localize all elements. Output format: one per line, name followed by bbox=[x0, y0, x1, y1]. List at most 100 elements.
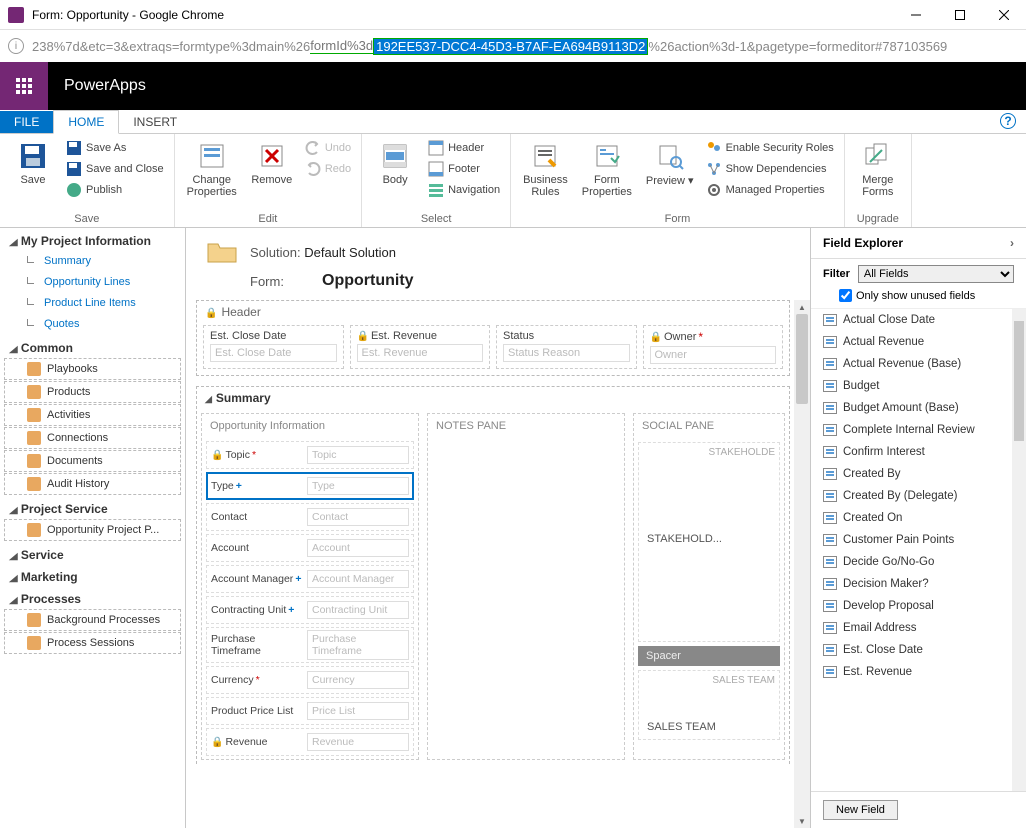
field-item-est-close-date[interactable]: Est. Close Date bbox=[811, 639, 1026, 661]
merge-forms-button[interactable]: Merge Forms bbox=[853, 138, 903, 200]
nav-section-common[interactable]: Common bbox=[0, 335, 185, 357]
spacer-block[interactable]: Spacer bbox=[638, 646, 780, 666]
info-icon[interactable]: i bbox=[8, 38, 24, 54]
preview-button[interactable]: Preview ▾ bbox=[642, 138, 698, 189]
scroll-thumb[interactable] bbox=[1014, 321, 1024, 441]
field-topic[interactable]: 🔒Topic*Topic bbox=[206, 441, 414, 469]
field-account-manager[interactable]: Account Manager+Account Manager bbox=[206, 565, 414, 593]
minimize-button[interactable] bbox=[894, 0, 938, 30]
form-properties-button[interactable]: Form Properties bbox=[578, 138, 636, 200]
nav-item-quotes[interactable]: Quotes bbox=[4, 314, 181, 334]
maximize-button[interactable] bbox=[938, 0, 982, 30]
new-field-button[interactable]: New Field bbox=[823, 800, 898, 820]
field-item-actual-revenue[interactable]: Actual Revenue bbox=[811, 331, 1026, 353]
nav-item-product-line-items[interactable]: Product Line Items bbox=[4, 293, 181, 313]
field-explorer-header[interactable]: Field Explorer › bbox=[811, 228, 1026, 259]
unused-fields-checkbox[interactable]: Only show unused fields bbox=[811, 287, 1026, 308]
redo-button[interactable]: Redo bbox=[303, 159, 353, 179]
nav-item-activities[interactable]: Activities bbox=[4, 404, 181, 426]
publish-button[interactable]: Publish bbox=[64, 180, 166, 200]
undo-button[interactable]: Undo bbox=[303, 138, 353, 158]
field-item-created-by-delegate-[interactable]: Created By (Delegate) bbox=[811, 485, 1026, 507]
field-item-email-address[interactable]: Email Address bbox=[811, 617, 1026, 639]
save-and-close-button[interactable]: Save and Close bbox=[64, 159, 166, 179]
header-field-est-close-date[interactable]: Est. Close DateEst. Close Date bbox=[203, 325, 344, 369]
footer-button[interactable]: Footer bbox=[426, 159, 502, 179]
field-account[interactable]: AccountAccount bbox=[206, 534, 414, 562]
nav-item-opportunity-lines[interactable]: Opportunity Lines bbox=[4, 272, 181, 292]
close-button[interactable] bbox=[982, 0, 1026, 30]
field-list-scrollbar[interactable] bbox=[1012, 309, 1026, 791]
filter-select[interactable]: All Fields bbox=[858, 265, 1014, 283]
nav-item-playbooks[interactable]: Playbooks bbox=[4, 358, 181, 380]
nav-section-my-project-information[interactable]: My Project Information bbox=[0, 228, 185, 250]
managed-properties-button[interactable]: Managed Properties bbox=[704, 180, 836, 200]
body-button[interactable]: Body bbox=[370, 138, 420, 188]
field-item-complete-internal-review[interactable]: Complete Internal Review bbox=[811, 419, 1026, 441]
field-item-customer-pain-points[interactable]: Customer Pain Points bbox=[811, 529, 1026, 551]
field-item-created-by[interactable]: Created By bbox=[811, 463, 1026, 485]
remove-button[interactable]: Remove bbox=[247, 138, 297, 188]
social-pane-column[interactable]: SOCIAL PANE STAKEHOLDE STAKEHOLD... Spac… bbox=[633, 413, 785, 760]
tab-file[interactable]: FILE bbox=[0, 111, 53, 133]
nav-section-processes[interactable]: Processes bbox=[0, 586, 185, 608]
nav-item-process-sessions[interactable]: Process Sessions bbox=[4, 632, 181, 654]
nav-section-project-service[interactable]: Project Service bbox=[0, 496, 185, 518]
scroll-down-icon[interactable]: ▼ bbox=[794, 814, 810, 828]
chevron-right-icon[interactable]: › bbox=[1010, 236, 1014, 250]
field-product-price-list[interactable]: Product Price ListPrice List bbox=[206, 697, 414, 725]
form-scrollbar[interactable]: ▲ ▼ bbox=[794, 300, 810, 828]
header-field-owner[interactable]: 🔒Owner*Owner bbox=[643, 325, 784, 369]
field-type[interactable]: Type+Type bbox=[206, 472, 414, 500]
show-dependencies-button[interactable]: Show Dependencies bbox=[704, 159, 836, 179]
nav-item-products[interactable]: Products bbox=[4, 381, 181, 403]
field-item-est-revenue[interactable]: Est. Revenue bbox=[811, 661, 1026, 683]
field-item-budget[interactable]: Budget bbox=[811, 375, 1026, 397]
field-purchase-timeframe[interactable]: Purchase TimeframePurchase Timeframe bbox=[206, 627, 414, 663]
field-item-decide-go-no-go[interactable]: Decide Go/No-Go bbox=[811, 551, 1026, 573]
tab-insert[interactable]: INSERT bbox=[119, 111, 191, 133]
navigation-button[interactable]: Navigation bbox=[426, 180, 502, 200]
stakeholders-block[interactable]: STAKEHOLDE STAKEHOLD... bbox=[638, 442, 780, 642]
change-properties-button[interactable]: Change Properties bbox=[183, 138, 241, 200]
field-item-decision-maker-[interactable]: Decision Maker? bbox=[811, 573, 1026, 595]
enable-security-roles-button[interactable]: Enable Security Roles bbox=[704, 138, 836, 158]
nav-section-service[interactable]: Service bbox=[0, 542, 185, 564]
field-item-actual-close-date[interactable]: Actual Close Date bbox=[811, 309, 1026, 331]
tab-home[interactable]: HOME bbox=[53, 110, 119, 134]
save-as-button[interactable]: Save As bbox=[64, 138, 166, 158]
field-revenue[interactable]: 🔒RevenueRevenue bbox=[206, 728, 414, 756]
field-item-actual-revenue-base-[interactable]: Actual Revenue (Base) bbox=[811, 353, 1026, 375]
field-currency[interactable]: Currency*Currency bbox=[206, 666, 414, 694]
waffle-button[interactable] bbox=[0, 62, 48, 110]
nav-item-connections[interactable]: Connections bbox=[4, 427, 181, 449]
address-bar[interactable]: i 238%7d&etc=3&extraqs=formtype%3dmain%2… bbox=[0, 30, 1026, 62]
sales-team-block[interactable]: SALES TEAM SALES TEAM bbox=[638, 670, 780, 740]
summary-section[interactable]: Summary Opportunity Information 🔒Topic*T… bbox=[196, 386, 790, 764]
field-contracting-unit[interactable]: Contracting Unit+Contracting Unit bbox=[206, 596, 414, 624]
nav-item-summary[interactable]: Summary bbox=[4, 251, 181, 271]
nav-section-marketing[interactable]: Marketing bbox=[0, 564, 185, 586]
header-field-est-revenue[interactable]: 🔒Est. RevenueEst. Revenue bbox=[350, 325, 491, 369]
field-item-confirm-interest[interactable]: Confirm Interest bbox=[811, 441, 1026, 463]
header-section[interactable]: Header Est. Close DateEst. Close Date🔒Es… bbox=[196, 300, 790, 376]
opportunity-info-column[interactable]: Opportunity Information 🔒Topic*TopicType… bbox=[201, 413, 419, 760]
business-rules-button[interactable]: Business Rules bbox=[519, 138, 572, 200]
notes-pane-column[interactable]: NOTES PANE bbox=[427, 413, 625, 760]
field-item-created-on[interactable]: Created On bbox=[811, 507, 1026, 529]
help-button[interactable]: ? bbox=[1000, 113, 1016, 129]
form-canvas[interactable]: Header Est. Close DateEst. Close Date🔒Es… bbox=[186, 300, 810, 828]
field-item-budget-amount-base-[interactable]: Budget Amount (Base) bbox=[811, 397, 1026, 419]
scroll-thumb[interactable] bbox=[796, 314, 808, 404]
checkbox-input[interactable] bbox=[839, 289, 852, 302]
scroll-up-icon[interactable]: ▲ bbox=[794, 300, 810, 314]
header-button[interactable]: Header bbox=[426, 138, 502, 158]
header-field-status[interactable]: StatusStatus Reason bbox=[496, 325, 637, 369]
nav-item-audit-history[interactable]: Audit History bbox=[4, 473, 181, 495]
nav-item-opportunity-project-p-[interactable]: Opportunity Project P... bbox=[4, 519, 181, 541]
save-button[interactable]: Save bbox=[8, 138, 58, 188]
field-item-develop-proposal[interactable]: Develop Proposal bbox=[811, 595, 1026, 617]
nav-item-background-processes[interactable]: Background Processes bbox=[4, 609, 181, 631]
nav-item-documents[interactable]: Documents bbox=[4, 450, 181, 472]
field-contact[interactable]: ContactContact bbox=[206, 503, 414, 531]
